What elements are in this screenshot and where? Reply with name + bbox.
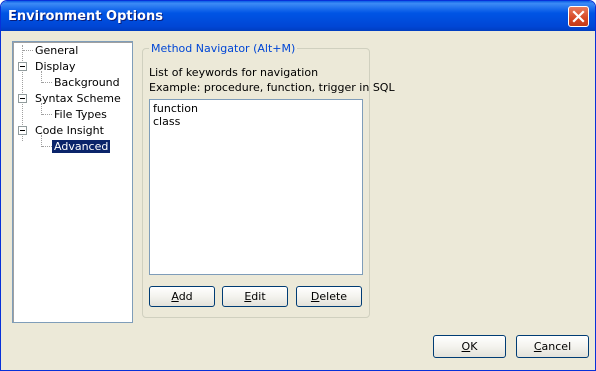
- window-title: Environment Options: [8, 9, 163, 24]
- environment-options-dialog: Environment Options General Display Back…: [0, 0, 596, 371]
- cancel-mnemonic: C: [533, 340, 542, 353]
- tree-item-label: Code Insight: [35, 124, 104, 137]
- keyword-item: function: [153, 102, 198, 115]
- edit-label: dit: [251, 290, 266, 303]
- delete-label: elete: [319, 290, 348, 303]
- keyword-item: class: [153, 115, 181, 128]
- keywords-list[interactable]: function class: [149, 99, 363, 275]
- tree-item-file-types[interactable]: File Types: [52, 107, 109, 122]
- tree-item-label: Advanced: [52, 140, 111, 153]
- dialog-body: General Display Background Syntax Scheme…: [4, 31, 592, 368]
- tree-connector: [23, 50, 33, 51]
- tree-item-label: Display: [35, 60, 76, 73]
- ok-label: K: [470, 340, 478, 353]
- ok-mnemonic: O: [461, 340, 471, 353]
- tree-item-advanced[interactable]: Advanced: [52, 139, 111, 154]
- cancel-label: ancel: [541, 340, 572, 353]
- cancel-button[interactable]: Cancel: [516, 335, 589, 358]
- method-navigator-legend: Method Navigator (Alt+M): [149, 42, 298, 55]
- collapse-icon[interactable]: [18, 62, 27, 71]
- keywords-description: List of keywords for navigation: [149, 66, 319, 79]
- delete-button[interactable]: Delete: [296, 286, 362, 307]
- tree-item-label: Background: [54, 76, 120, 89]
- tree-item-general[interactable]: General: [33, 43, 80, 58]
- tree-connector: [42, 82, 52, 83]
- tree-connector: [42, 114, 52, 115]
- title-bar[interactable]: Environment Options: [1, 1, 595, 31]
- collapse-icon[interactable]: [18, 126, 27, 135]
- close-button[interactable]: [568, 6, 589, 27]
- add-button[interactable]: Add: [149, 286, 215, 307]
- tree-item-code-insight[interactable]: Code Insight: [33, 123, 106, 138]
- tree-item-label: File Types: [54, 108, 107, 121]
- tree-item-display[interactable]: Display: [33, 59, 78, 74]
- tree-item-label: Syntax Scheme: [35, 92, 121, 105]
- options-tree[interactable]: General Display Background Syntax Scheme…: [12, 41, 133, 323]
- add-mnemonic: A: [171, 290, 179, 303]
- add-label: dd: [178, 290, 193, 303]
- tree-connector: [42, 146, 52, 147]
- tree-item-background[interactable]: Background: [52, 75, 122, 90]
- keywords-example: Example: procedure, function, trigger in…: [149, 81, 395, 94]
- ok-button[interactable]: OK: [433, 335, 506, 358]
- tree-item-syntax-scheme[interactable]: Syntax Scheme: [33, 91, 123, 106]
- collapse-icon[interactable]: [18, 94, 27, 103]
- tree-item-label: General: [35, 44, 79, 57]
- edit-button[interactable]: Edit: [222, 286, 288, 307]
